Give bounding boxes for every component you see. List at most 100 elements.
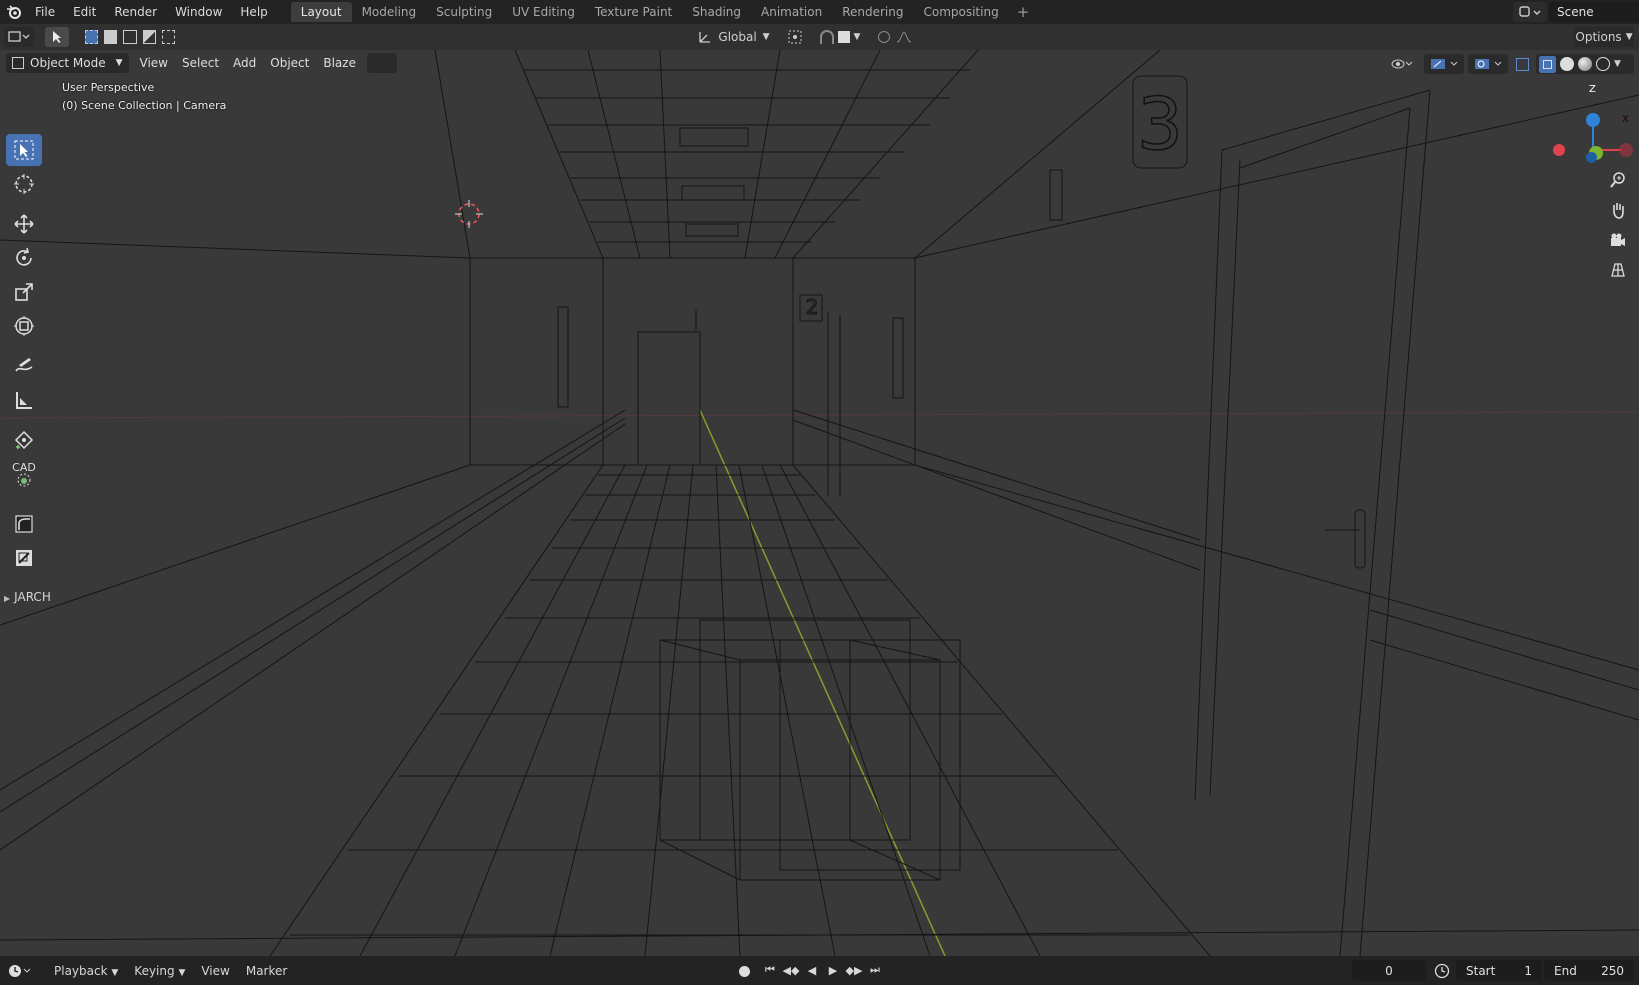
gizmo-icon (1431, 59, 1458, 69)
object-mode-icon (12, 57, 24, 69)
tab-uv-editing[interactable]: UV Editing (502, 2, 585, 22)
chevron-down-icon[interactable]: ▼ (1614, 59, 1621, 69)
scene-name-field[interactable]: Scene (1549, 2, 1639, 22)
auto-keying-record-icon[interactable] (736, 962, 752, 980)
select-box-tool-icon[interactable] (6, 134, 42, 166)
overlays-toggle[interactable] (1468, 54, 1508, 74)
scene-icon[interactable] (1513, 2, 1547, 22)
blender-logo-icon[interactable] (2, 0, 26, 24)
proportional-editing-toggle[interactable] (872, 27, 918, 47)
active-tool-icon[interactable] (45, 27, 69, 47)
zoom-icon[interactable] (1604, 166, 1632, 194)
current-frame-field[interactable]: 0 (1352, 960, 1426, 981)
gizmo-toggle[interactable] (1424, 54, 1464, 74)
pan-hand-icon[interactable] (1604, 196, 1632, 224)
jarch-label: JARCH (14, 590, 51, 604)
start-label: Start (1466, 963, 1496, 978)
play-icon[interactable]: ▶ (825, 961, 841, 979)
menu-file[interactable]: File (26, 2, 64, 22)
end-value: 250 (1601, 963, 1624, 978)
tab-shading[interactable]: Shading (682, 2, 751, 22)
3d-cursor-icon[interactable] (455, 200, 483, 228)
rotate-tool-icon[interactable] (6, 242, 42, 274)
cad-tool-icon[interactable]: CAD (6, 458, 42, 490)
door-sign-number-far: 2 (805, 295, 819, 320)
rendered-shading-icon[interactable] (1596, 57, 1610, 71)
chevron-down-icon: ▼ (115, 58, 123, 68)
tab-sculpting[interactable]: Sculpting (426, 2, 502, 22)
transform-orientation-dropdown[interactable]: Global ▼ (694, 27, 774, 47)
keying-label: Keying (134, 963, 175, 978)
solid-shading-icon[interactable] (1560, 57, 1574, 71)
bevel-tool-icon[interactable] (6, 508, 42, 540)
options-dropdown[interactable]: Options ▼ (1574, 27, 1634, 47)
add-workspace-button[interactable]: + (1009, 3, 1038, 21)
viewport-menu-add[interactable]: Add (226, 53, 263, 73)
visibility-dropdown[interactable] (1386, 54, 1418, 74)
timeline-menu-playback[interactable]: Playback ▼ (46, 961, 126, 981)
gizmo-x-label: X (1622, 114, 1629, 125)
snap-toggle[interactable]: ▼ (815, 27, 865, 47)
measure-tool-icon[interactable] (6, 384, 42, 416)
jump-to-next-keyframe-icon[interactable]: ◆▶ (846, 961, 863, 979)
tab-modeling[interactable]: Modeling (352, 2, 427, 22)
play-reverse-icon[interactable]: ◀ (804, 961, 820, 979)
clock-icon (9, 964, 31, 977)
falloff-curve-icon (896, 31, 912, 43)
jump-to-start-icon[interactable]: ⏮ (762, 961, 778, 979)
menu-window[interactable]: Window (166, 2, 231, 22)
editor-type-button[interactable] (4, 27, 34, 47)
transform-affect-dropdown[interactable] (366, 53, 397, 73)
jump-to-prev-keyframe-icon[interactable]: ◀◆ (783, 961, 800, 979)
select-new-icon[interactable] (85, 30, 99, 44)
pivot-point-icon[interactable] (782, 27, 810, 47)
object-mode-label: Object Mode (30, 56, 106, 70)
wireframe-shading-icon[interactable] (1539, 55, 1556, 73)
3d-viewport[interactable]: 3 2 Object Mode ▼ View Select Add Object… (0, 50, 1639, 956)
timeline-menu-marker[interactable]: Marker (238, 961, 295, 981)
viewport-menu-select[interactable]: Select (175, 53, 226, 73)
playback-controls: ⏮ ◀◆ ◀ ▶ ◆▶ ⏭ (762, 961, 883, 979)
jarch-panel-toggle[interactable]: ▶ JARCH (4, 590, 51, 604)
view-z-dot-icon[interactable] (1586, 152, 1597, 163)
menu-edit[interactable]: Edit (64, 2, 105, 22)
end-frame-field[interactable]: End 250 (1544, 960, 1634, 981)
add-cube-tool-icon[interactable] (6, 424, 42, 456)
viewport-menu-object[interactable]: Object (263, 53, 316, 73)
xray-toggle[interactable] (1512, 54, 1532, 74)
tab-animation[interactable]: Animation (751, 2, 832, 22)
start-frame-field[interactable]: Start 1 (1456, 960, 1542, 981)
timeline-menu-view[interactable]: View (193, 961, 237, 981)
chevron-down-icon: ▼ (178, 967, 186, 978)
timeline-editor-type-button[interactable] (6, 961, 34, 981)
extrude-tool-icon[interactable] (6, 542, 42, 574)
preview-range-clock-icon[interactable] (1434, 963, 1450, 982)
chevron-down-icon: ▼ (762, 32, 770, 42)
transform-tool-icon[interactable] (6, 310, 42, 342)
timeline-menu-keying[interactable]: Keying ▼ (126, 961, 193, 981)
material-shading-icon[interactable] (1578, 57, 1592, 71)
tab-compositing[interactable]: Compositing (913, 2, 1008, 22)
menu-render[interactable]: Render (105, 2, 166, 22)
tab-layout[interactable]: Layout (290, 2, 352, 22)
select-invert-icon[interactable] (142, 30, 156, 44)
move-tool-icon[interactable] (6, 208, 42, 240)
tab-rendering[interactable]: Rendering (832, 2, 913, 22)
viewport-menu-blaze[interactable]: Blaze (316, 53, 363, 73)
tab-texture-paint[interactable]: Texture Paint (585, 2, 682, 22)
viewport-menu-view[interactable]: View (133, 53, 175, 73)
camera-view-icon[interactable] (1604, 226, 1632, 254)
cursor-tool-icon[interactable] (6, 168, 42, 200)
annotate-tool-icon[interactable] (6, 350, 42, 382)
proportional-icon (878, 31, 890, 43)
menu-help[interactable]: Help (231, 2, 276, 22)
jump-to-end-icon[interactable]: ⏭ (867, 961, 883, 979)
select-extend-icon[interactable] (104, 30, 118, 44)
chevron-down-icon: ▼ (853, 32, 861, 42)
object-mode-dropdown[interactable]: Object Mode ▼ (6, 53, 129, 73)
scale-tool-icon[interactable] (6, 276, 42, 308)
select-intersect-icon[interactable] (161, 30, 176, 44)
playback-label: Playback (54, 963, 108, 978)
orthographic-grid-icon[interactable] (1604, 256, 1632, 284)
select-subtract-icon[interactable] (123, 30, 137, 44)
